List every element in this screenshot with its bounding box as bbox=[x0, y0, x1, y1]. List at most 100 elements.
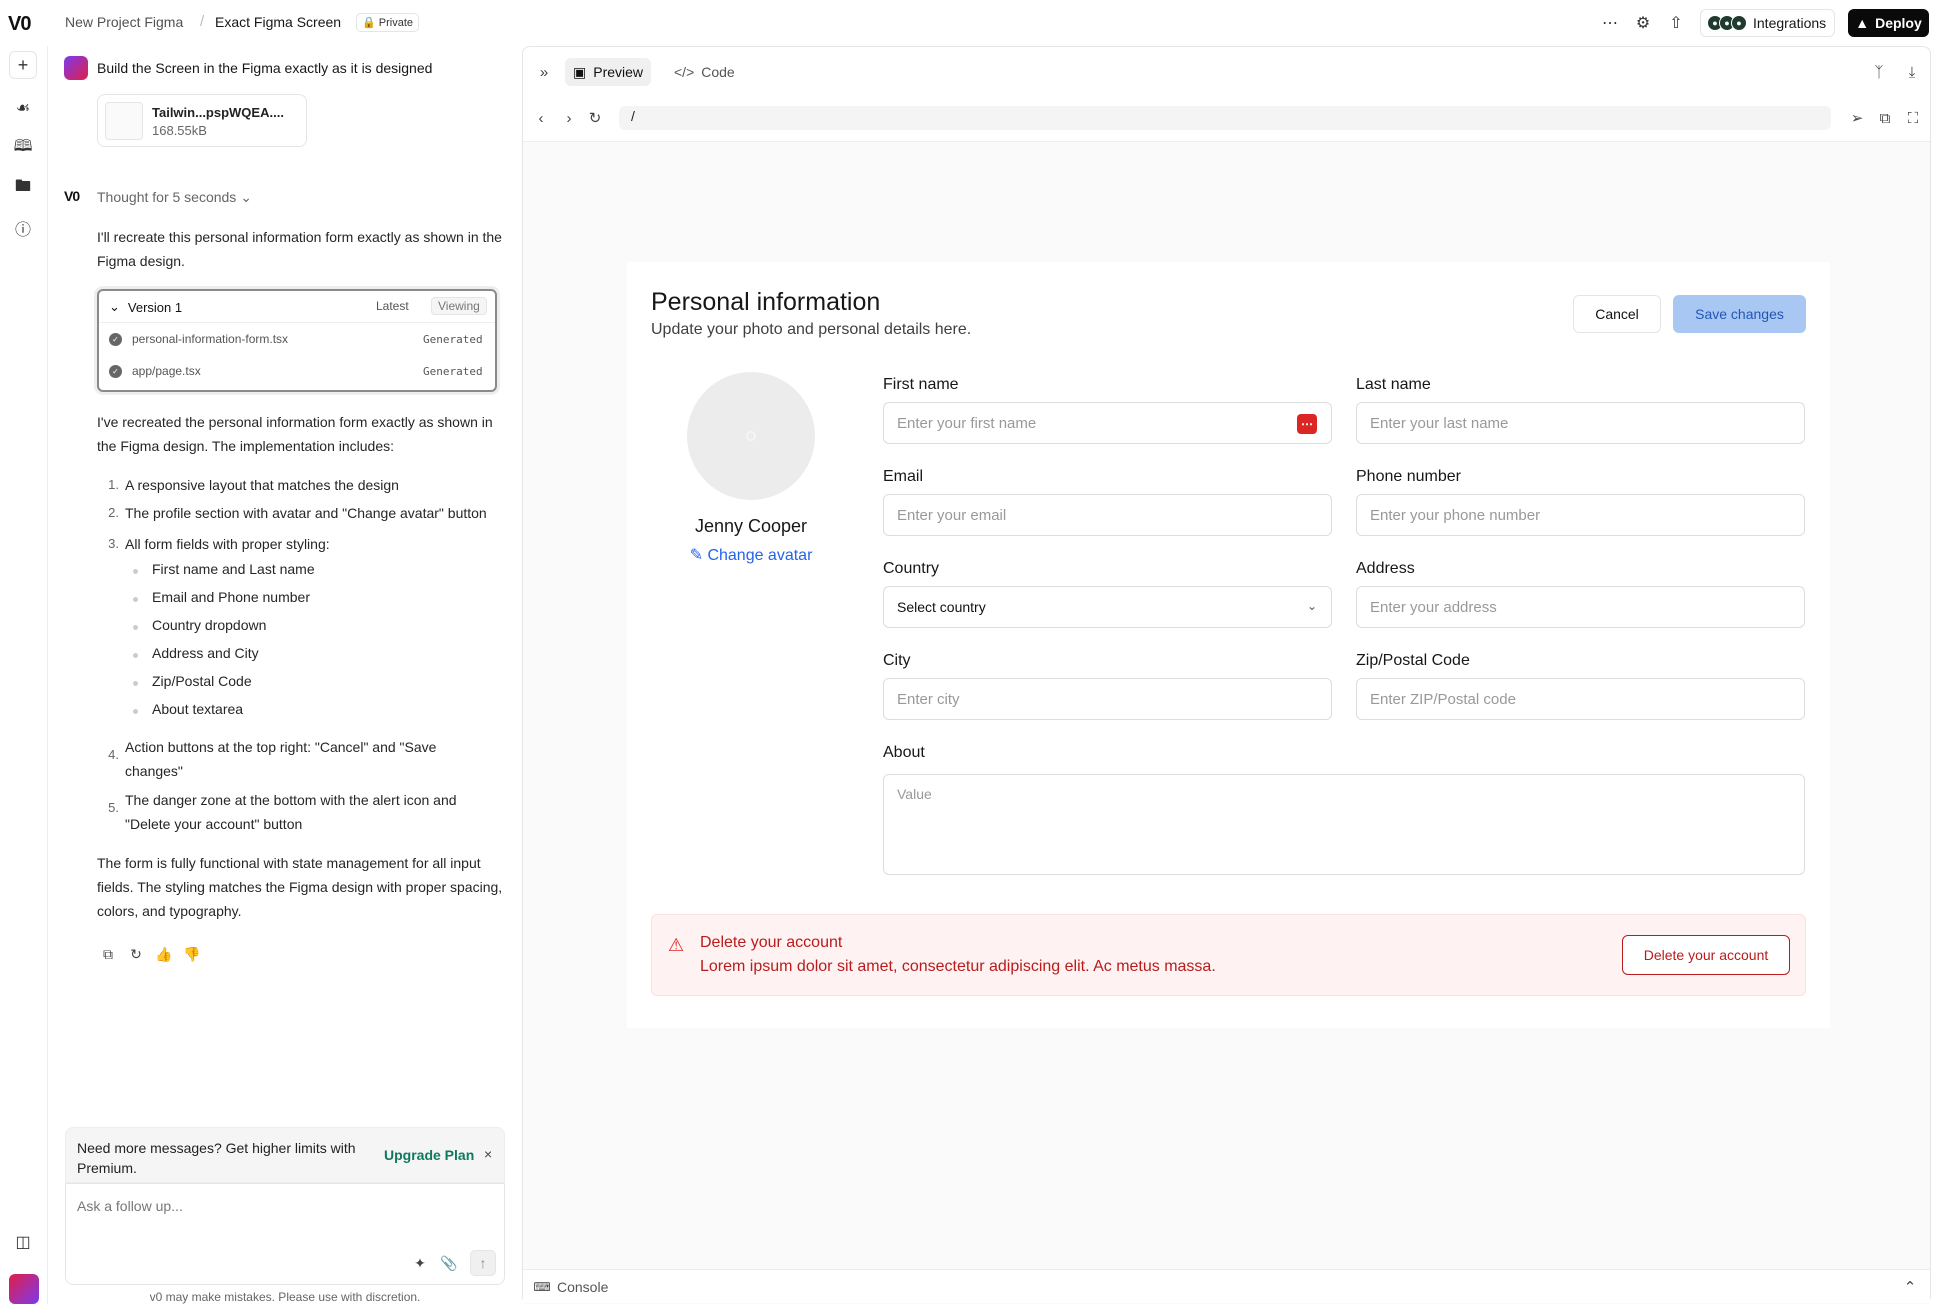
country-label: Country bbox=[883, 560, 940, 577]
back-icon[interactable]: ‹ bbox=[530, 107, 552, 129]
composer[interactable]: Ask a follow up... ✦ 📎 ↑ bbox=[65, 1183, 505, 1285]
fork-icon[interactable]: ᛉ bbox=[1868, 61, 1890, 83]
chevron-down-icon: ⌄ bbox=[1306, 599, 1317, 613]
thumbs-down-icon[interactable]: 👎 bbox=[182, 944, 202, 964]
tab-preview[interactable]: ▣ Preview bbox=[565, 58, 652, 86]
avatar bbox=[687, 372, 815, 500]
book-icon[interactable]: 🕮 bbox=[9, 134, 37, 162]
new-chat-icon[interactable]: + bbox=[9, 51, 37, 79]
last-name-label: Last name bbox=[1356, 376, 1431, 393]
phone-label: Phone number bbox=[1356, 468, 1461, 485]
delete-account-button[interactable]: Delete your account bbox=[1622, 935, 1790, 975]
url-bar[interactable]: / bbox=[619, 106, 1831, 130]
send-button[interactable]: ↑ bbox=[470, 1250, 496, 1276]
version-file-row[interactable]: ✓ personal-information-form.tsx bbox=[109, 332, 288, 346]
phone-field[interactable]: Enter your phone number bbox=[1356, 494, 1805, 536]
attachment-size: 168.55kB bbox=[152, 123, 207, 138]
help-icon[interactable]: ⓘ bbox=[9, 214, 37, 242]
check-icon: ✓ bbox=[109, 364, 122, 378]
window-icon: ▣ bbox=[573, 63, 587, 80]
user-message: Build the Screen in the Figma exactly as… bbox=[97, 60, 433, 76]
expand-up-icon[interactable]: ⌃ bbox=[1899, 1276, 1921, 1298]
console-bar[interactable]: ⌨ Console ⌃ bbox=[523, 1269, 1930, 1303]
breadcrumb-separator: / bbox=[200, 13, 205, 30]
upgrade-plan-link[interactable]: Upgrade Plan bbox=[384, 1147, 474, 1163]
password-manager-icon[interactable]: ⋯ bbox=[1297, 414, 1317, 434]
refresh-icon[interactable]: ↻ bbox=[584, 107, 606, 129]
copy-icon[interactable]: ⧉ bbox=[98, 944, 118, 964]
first-name-field[interactable]: Enter your first name ⋯ bbox=[883, 402, 1332, 444]
check-icon: ✓ bbox=[109, 332, 122, 346]
fullscreen-icon[interactable]: ⛶ bbox=[1902, 107, 1924, 129]
preview-pane: » ▣ Preview </> Code ᛉ ⤓ ‹ › ↻ / ➢ ⧉ ⛶ P… bbox=[522, 46, 1931, 1304]
sparkle-icon[interactable]: ✦ bbox=[409, 1252, 431, 1274]
chevron-down-icon[interactable]: ⌄ bbox=[109, 299, 120, 315]
breadcrumb-project[interactable]: New Project Figma bbox=[65, 14, 183, 30]
list-item: The profile section with avatar and "Cha… bbox=[125, 505, 487, 521]
address-field[interactable]: Enter your address bbox=[1356, 586, 1805, 628]
visibility-badge[interactable]: 🔒 Private bbox=[356, 13, 420, 32]
danger-text: Lorem ipsum dolor sit amet, consectetur … bbox=[700, 958, 1216, 975]
danger-zone: ⚠ Delete your account Lorem ipsum dolor … bbox=[651, 914, 1806, 996]
attach-icon[interactable]: 📎 bbox=[438, 1252, 460, 1274]
change-avatar-label: Change avatar bbox=[707, 547, 813, 564]
avatar-placeholder-icon bbox=[746, 431, 756, 441]
collapse-icon[interactable]: » bbox=[533, 61, 555, 83]
close-icon[interactable]: × bbox=[484, 1146, 492, 1162]
danger-title: Delete your account bbox=[700, 934, 843, 951]
first-name-label: First name bbox=[883, 376, 959, 393]
about-textarea[interactable]: Value bbox=[883, 774, 1805, 875]
address-label: Address bbox=[1356, 560, 1415, 577]
share-icon[interactable]: ⇧ bbox=[1665, 12, 1687, 34]
zip-field[interactable]: Enter ZIP/Postal code bbox=[1356, 678, 1805, 720]
new-window-icon[interactable]: ⧉ bbox=[1874, 107, 1896, 129]
deploy-button[interactable]: ▲ Deploy bbox=[1848, 9, 1929, 37]
attachment-card[interactable]: Tailwin...pspWQEA.... 168.55kB bbox=[97, 94, 307, 147]
thought-toggle[interactable]: Thought for 5 seconds ⌄ bbox=[97, 189, 252, 206]
composer-input[interactable]: Ask a follow up... bbox=[77, 1198, 183, 1214]
about-label: About bbox=[883, 744, 925, 761]
select-element-icon[interactable]: ➢ bbox=[1846, 107, 1868, 129]
assistant-closing: The form is fully functional with state … bbox=[97, 855, 503, 919]
forward-icon[interactable]: › bbox=[558, 107, 580, 129]
save-button[interactable]: Save changes bbox=[1673, 295, 1806, 333]
disclaimer: v0 may make mistakes. Please use with di… bbox=[149, 1290, 421, 1304]
country-select[interactable]: Select country ⌄ bbox=[883, 586, 1332, 628]
bullet bbox=[133, 597, 138, 602]
version-file-name: personal-information-form.tsx bbox=[132, 332, 289, 346]
bullet bbox=[133, 681, 138, 686]
list-item: A responsive layout that matches the des… bbox=[125, 477, 399, 493]
version-file-row[interactable]: ✓ app/page.tsx bbox=[109, 364, 201, 378]
list-item: The danger zone at the bottom with the a… bbox=[125, 792, 457, 832]
cancel-button[interactable]: Cancel bbox=[1573, 295, 1661, 333]
bullet bbox=[133, 653, 138, 658]
folder-icon[interactable]: 🖿 bbox=[9, 174, 37, 202]
assistant-intro: I'll recreate this personal information … bbox=[97, 229, 502, 269]
top-bar: V0 New Project Figma / Exact Figma Scree… bbox=[0, 0, 1935, 46]
profile-name: Jenny Cooper bbox=[694, 516, 808, 536]
breadcrumb-chat-title[interactable]: Exact Figma Screen bbox=[215, 14, 341, 30]
version-card[interactable]: ⌄ Version 1 Latest Viewing ✓ personal-in… bbox=[97, 289, 497, 392]
change-avatar-button[interactable]: ✎ Change avatar bbox=[651, 545, 851, 565]
city-label: City bbox=[883, 652, 911, 669]
page-subtitle: Update your photo and personal details h… bbox=[651, 321, 972, 338]
email-field[interactable]: Enter your email bbox=[883, 494, 1332, 536]
integration-logos: ● ● ● bbox=[1707, 15, 1747, 31]
zip-label: Zip/Postal Code bbox=[1356, 652, 1470, 669]
user-avatar[interactable] bbox=[9, 1274, 39, 1304]
more-icon[interactable]: ⋯ bbox=[1599, 12, 1621, 34]
gear-icon[interactable]: ⚙ bbox=[1632, 12, 1654, 34]
v0-logo[interactable]: V0 bbox=[8, 13, 31, 36]
last-name-field[interactable]: Enter your last name bbox=[1356, 402, 1805, 444]
integrations-button[interactable]: ● ● ● Integrations bbox=[1700, 9, 1836, 37]
city-field[interactable]: Enter city bbox=[883, 678, 1332, 720]
retry-icon[interactable]: ↻ bbox=[126, 944, 146, 964]
personal-info-card: Personal information Update your photo a… bbox=[627, 262, 1830, 1028]
download-icon[interactable]: ⤓ bbox=[1901, 61, 1923, 83]
thumbs-up-icon[interactable]: 👍 bbox=[154, 944, 174, 964]
tab-code[interactable]: </> Code bbox=[666, 58, 743, 86]
community-icon[interactable]: ☙ bbox=[9, 94, 37, 122]
alert-triangle-icon: ⚠ bbox=[668, 935, 685, 955]
upgrade-text: Need more messages? Get higher limits wi… bbox=[77, 1140, 356, 1176]
sidebar-toggle-icon[interactable]: ◫ bbox=[9, 1228, 37, 1256]
